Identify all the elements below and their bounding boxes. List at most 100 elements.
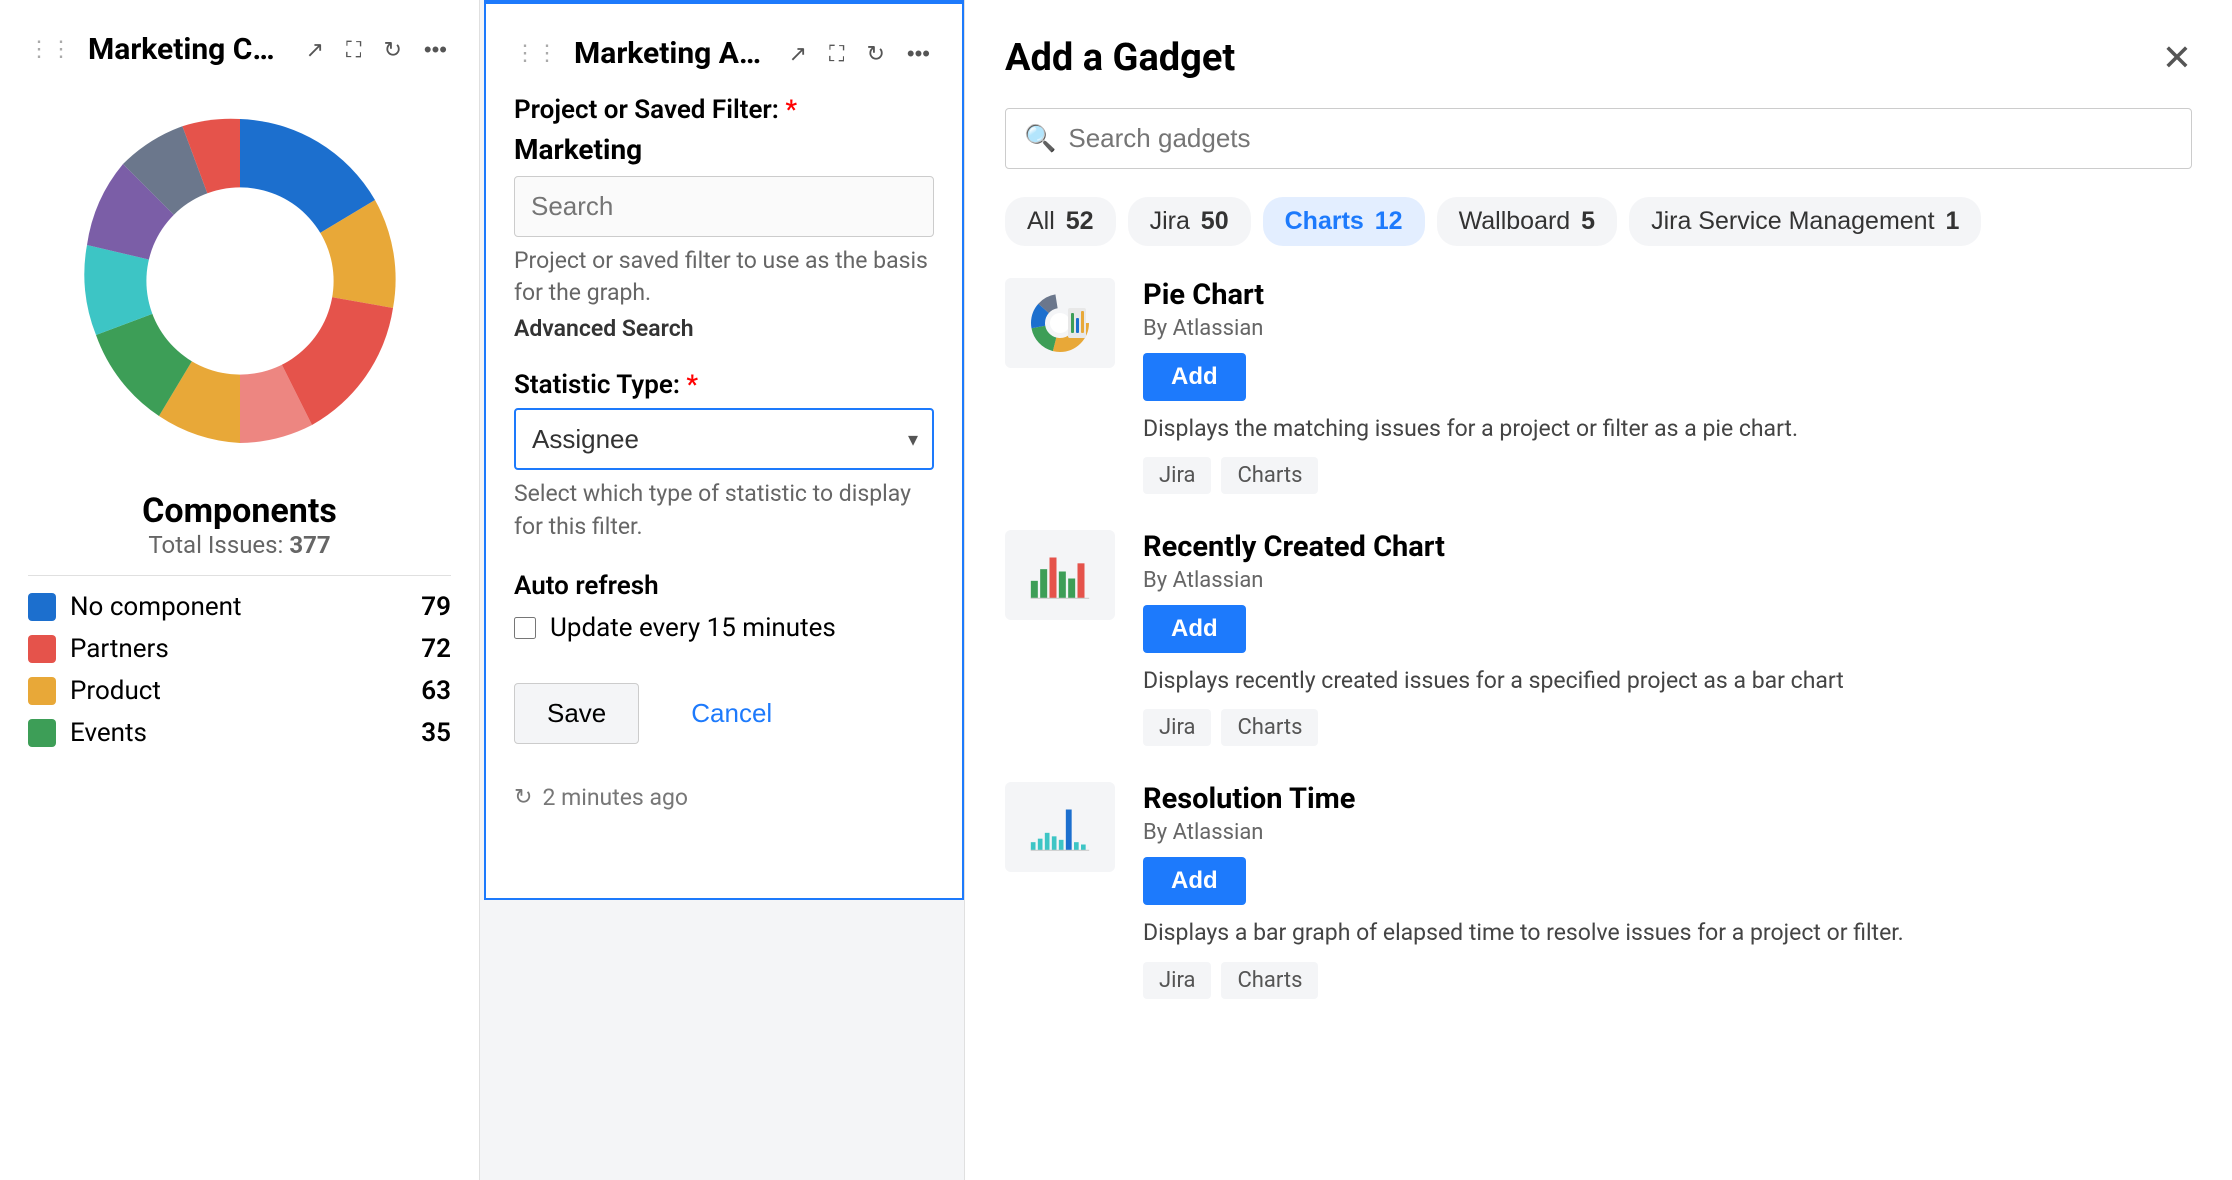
project-label: Project or Saved Filter: * [514,95,934,125]
legend-color [28,593,56,621]
refresh-icon[interactable]: ↻ [379,33,405,67]
gadget-vendor: By Atlassian [1143,820,2192,845]
auto-refresh-group: Auto refresh Update every 15 minutes [514,571,934,643]
right-header: Add a Gadget ✕ [1005,36,2192,80]
middle-panel-header: ⋮⋮ Marketing Assign... ↗ ⛶ ↻ ••• [514,36,934,71]
auto-refresh-label: Auto refresh [514,571,934,601]
timestamp-text: 2 minutes ago [542,784,688,811]
more-icon[interactable]: ••• [420,33,451,67]
close-button[interactable]: ✕ [2162,37,2192,79]
divider [28,575,451,576]
gadget-add-button[interactable]: Add [1143,605,1246,653]
statistic-type-group: Statistic Type: * Assignee Component Pri… [514,370,934,542]
gadget-tag: Charts [1221,709,1318,746]
drag-handle-icon[interactable]: ⋮⋮ [28,37,72,62]
gadget-tag: Jira [1143,457,1211,494]
right-panel-title: Add a Gadget [1005,36,1235,80]
gadget-tag: Charts [1221,962,1318,999]
save-button[interactable]: Save [514,683,639,744]
gadget-thumbnail [1005,278,1115,368]
checkbox-label: Update every 15 minutes [550,613,836,643]
legend-label: Partners [70,634,407,664]
tab-count: 52 [1059,207,1094,235]
left-panel-title: Marketing Compo... [88,32,286,67]
left-panel-header: ⋮⋮ Marketing Compo... ↗ ⛶ ↻ ••• [28,32,451,67]
legend-item: No component 79 [28,592,451,622]
gadget-thumbnail [1005,530,1115,620]
gadget-tag: Charts [1221,457,1318,494]
statistic-label: Statistic Type: * [514,370,934,400]
required-star-2: * [686,370,698,400]
gadget-tags: Jira Charts [1143,709,2192,746]
left-panel: ⋮⋮ Marketing Compo... ↗ ⛶ ↻ ••• [0,0,480,1180]
legend-color [28,635,56,663]
legend-item: Partners 72 [28,634,451,664]
legend-color [28,677,56,705]
gadget-description: Displays the matching issues for a proje… [1143,413,2192,445]
legend-value: 79 [421,592,451,622]
refresh-icon-2[interactable]: ↻ [862,37,888,71]
gadget-item: Recently Created Chart By Atlassian Add … [1005,530,2192,746]
expand-icon-2[interactable]: ↗ [785,37,811,71]
fullscreen-icon[interactable]: ⛶ [342,33,365,67]
search-icon: 🔍 [1024,124,1056,154]
gadget-item: Pie Chart By Atlassian Add Displays the … [1005,278,2192,494]
filter-tab-wallboard[interactable]: Wallboard 5 [1437,197,1617,246]
gadget-tags: Jira Charts [1143,457,2192,494]
tab-label: Jira Service Management [1651,207,1934,235]
legend-value: 72 [421,634,451,664]
legend-label: No component [70,592,407,622]
gadget-name: Recently Created Chart [1143,530,2192,564]
chart-label: Components Total Issues: 377 [28,491,451,559]
legend-label: Product [70,676,407,706]
project-search-input[interactable] [514,176,934,237]
filter-tab-jira[interactable]: Jira 50 [1128,197,1251,246]
statistic-select[interactable]: Assignee Component Priority Status Repor… [514,408,934,470]
gadget-vendor: By Atlassian [1143,568,2192,593]
middle-panel-icons: ↗ ⛶ ↻ ••• [785,37,934,71]
project-filter-group: Project or Saved Filter: * Marketing Pro… [514,95,934,342]
more-icon-2[interactable]: ••• [903,37,934,71]
gadget-search-input[interactable] [1068,123,2173,154]
filter-tab-jira-service-management[interactable]: Jira Service Management 1 [1629,197,1981,246]
gadget-info: Recently Created Chart By Atlassian Add … [1143,530,2192,746]
gadget-item: Resolution Time By Atlassian Add Display… [1005,782,2192,998]
required-star: * [785,95,797,125]
advanced-search-link[interactable]: Advanced Search [514,315,934,342]
donut-svg [60,101,420,461]
gadget-tag: Jira [1143,709,1211,746]
drag-handle-icon-2[interactable]: ⋮⋮ [514,41,558,66]
left-panel-icons: ↗ ⛶ ↻ ••• [302,33,451,67]
legend-label: Events [70,718,407,748]
tab-label: Wallboard [1459,207,1571,235]
auto-refresh-checkbox[interactable] [514,617,536,639]
gadget-add-button[interactable]: Add [1143,353,1246,401]
project-hint: Project or saved filter to use as the ba… [514,245,934,309]
checkbox-row: Update every 15 minutes [514,613,934,643]
tab-count: 1 [1939,207,1960,235]
tab-label: Jira [1150,207,1190,235]
select-wrapper: Assignee Component Priority Status Repor… [514,408,934,470]
cancel-button[interactable]: Cancel [659,683,804,744]
gadget-info: Resolution Time By Atlassian Add Display… [1143,782,2192,998]
fullscreen-icon-2[interactable]: ⛶ [825,37,848,71]
gadget-add-button[interactable]: Add [1143,857,1246,905]
gadget-list: Pie Chart By Atlassian Add Displays the … [1005,278,2192,999]
btn-row: Save Cancel [514,683,934,744]
legend-item: Events 35 [28,718,451,748]
middle-panel-title: Marketing Assign... [574,36,769,71]
gadget-tags: Jira Charts [1143,962,2192,999]
gadget-thumbnail [1005,782,1115,872]
expand-icon[interactable]: ↗ [302,33,328,67]
filter-tab-all[interactable]: All 52 [1005,197,1116,246]
legend-value: 35 [421,718,451,748]
timestamp: ↻ 2 minutes ago [514,784,934,811]
gadget-tag: Jira [1143,962,1211,999]
tab-label: All [1027,207,1055,235]
search-bar[interactable]: 🔍 [1005,108,2192,169]
chart-title: Components [28,491,451,531]
gadget-description: Displays recently created issues for a s… [1143,665,2192,697]
tab-label: Charts [1285,207,1364,235]
gadget-description: Displays a bar graph of elapsed time to … [1143,917,2192,949]
filter-tab-charts[interactable]: Charts 12 [1263,197,1425,246]
